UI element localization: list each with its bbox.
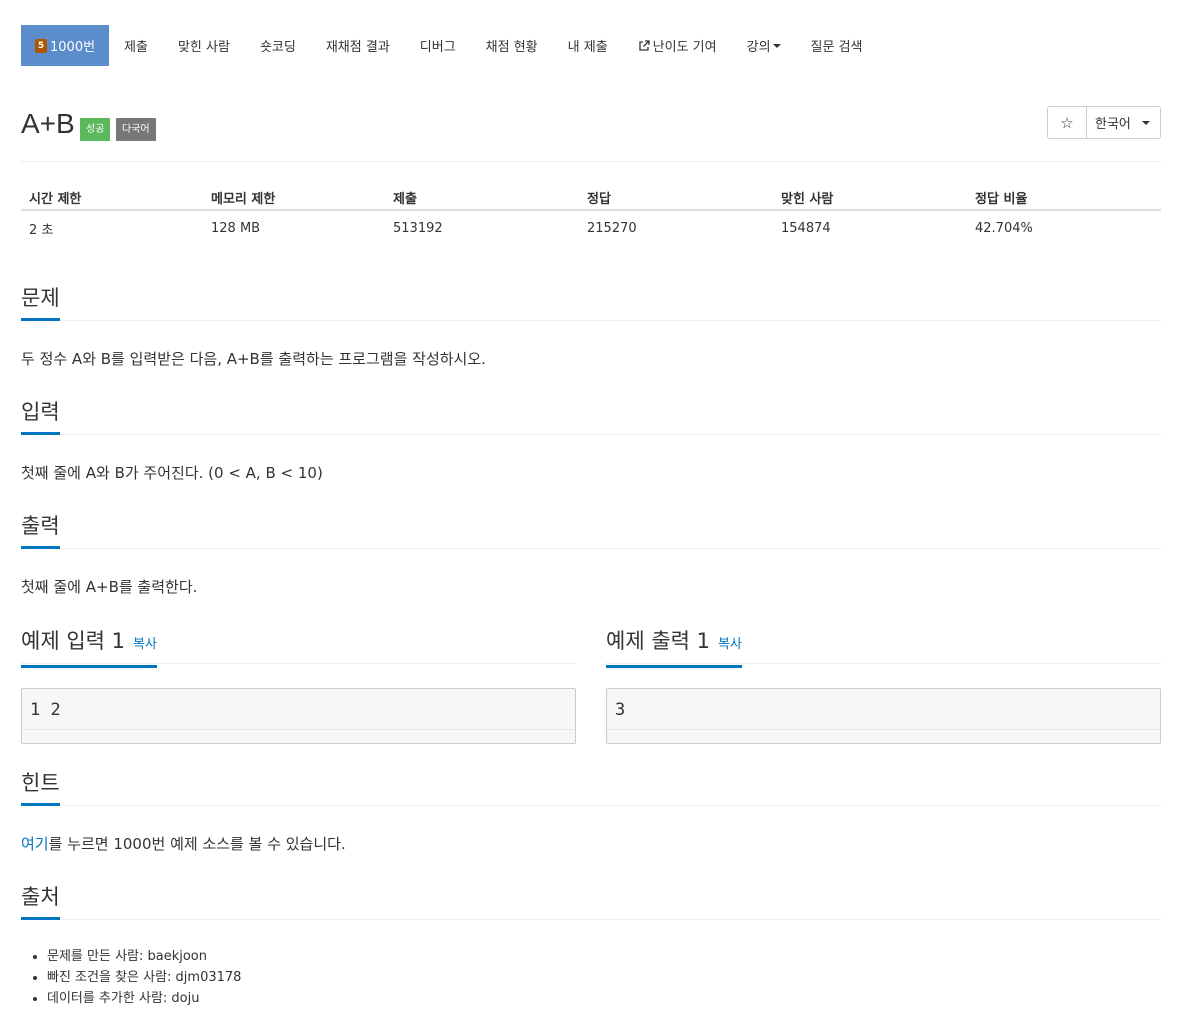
sample-output-box[interactable]: 3 — [606, 688, 1161, 744]
hint-text: 여기를 누르면 1000번 예제 소스를 볼 수 있습니다. — [21, 834, 1161, 854]
header-accept-ratio: 정답 비율 — [967, 185, 1161, 211]
nav-problem-label: 1000번 — [50, 40, 96, 55]
section-title-source: 출처 — [21, 883, 60, 920]
list-item: 문제를 만든 사람: baekjoon — [47, 946, 1161, 967]
nav-problem-1000[interactable]: 5 1000번 — [21, 25, 110, 66]
problem-nav: 5 1000번 제출 맞힌 사람 숏코딩 재채점 결과 디버그 채점 현황 내 … — [21, 25, 1161, 66]
sample-input-box[interactable]: 1 2 — [21, 688, 576, 744]
input-description: 첫째 줄에 A와 B가 주어진다. (0 < A, B < 10) — [21, 464, 323, 482]
table-row: 2 초 128 MB 513192 215270 154874 42.704% — [21, 210, 1161, 245]
header-solved-users: 맞힌 사람 — [773, 185, 967, 211]
list-item: 빠진 조건을 찾은 사람: djm03178 — [47, 967, 1161, 988]
sample-output-code: 3 — [615, 700, 626, 720]
nav-question-search[interactable]: 질문 검색 — [796, 25, 878, 66]
star-button[interactable]: ☆ — [1047, 106, 1087, 139]
accepted-value: 215270 — [587, 220, 637, 236]
header-time-limit: 시간 제한 — [21, 185, 203, 211]
hint-link[interactable]: 여기 — [21, 835, 49, 853]
page-content: 5 1000번 제출 맞힌 사람 숏코딩 재채점 결과 디버그 채점 현황 내 … — [21, 25, 1161, 1006]
nav-solved-users[interactable]: 맞힌 사람 — [163, 25, 245, 66]
section-headline: 힌트 — [21, 769, 1161, 806]
nav-status[interactable]: 채점 현황 — [471, 25, 553, 66]
output-section: 출력 첫째 줄에 A+B를 출력한다. — [21, 512, 1161, 597]
section-headline: 예제 입력 1 복사 — [21, 627, 576, 668]
hint-text-rest: 를 누르면 1000번 예제 소스를 볼 수 있습니다. — [48, 835, 346, 853]
section-title-input: 입력 — [21, 398, 60, 435]
language-select-value: 한국어 — [1095, 117, 1131, 132]
sample-output-title: 예제 출력 1 — [606, 629, 710, 653]
nav-submit[interactable]: 제출 — [109, 25, 163, 66]
section-title-problem: 문제 — [21, 284, 60, 321]
problem-description-section: 문제 두 정수 A와 B를 입력받은 다음, A+B를 출력하는 프로그램을 작… — [21, 284, 1161, 369]
nav-difficulty-contribution[interactable]: 난이도 기여 — [623, 25, 732, 66]
header-accepted: 정답 — [579, 185, 773, 211]
copy-sample-output-link[interactable]: 복사 — [718, 637, 742, 652]
table-header-row: 시간 제한 메모리 제한 제출 정답 맞힌 사람 정답 비율 — [21, 185, 1161, 211]
source-section: 출처 문제를 만든 사람: baekjoon 빠진 조건을 찾은 사람: djm… — [21, 883, 1161, 1009]
section-headline: 입력 — [21, 398, 1161, 435]
sample-input-code: 1 2 — [30, 700, 61, 720]
section-headline: 예제 출력 1 복사 — [606, 627, 1161, 668]
copy-sample-input-link[interactable]: 복사 — [133, 637, 157, 652]
external-link-icon — [639, 39, 650, 51]
nav-debug[interactable]: 디버그 — [405, 25, 471, 66]
source-list: 문제를 만든 사람: baekjoon 빠진 조건을 찾은 사람: djm031… — [21, 946, 1161, 1009]
chevron-down-icon — [1142, 120, 1150, 125]
nav-lectures-dropdown[interactable]: 강의 — [732, 25, 796, 66]
hint-section: 힌트 여기를 누르면 1000번 예제 소스를 볼 수 있습니다. — [21, 769, 1161, 854]
success-badge: 성공 — [80, 118, 111, 141]
horizontal-scrollbar[interactable] — [607, 729, 1160, 743]
sample-output-section: 예제 출력 1 복사 3 — [606, 627, 1161, 744]
section-title-sample-input: 예제 입력 1 복사 — [21, 627, 157, 668]
nav-lectures-label: 강의 — [746, 40, 771, 55]
star-icon: ☆ — [1060, 113, 1074, 132]
solved-users-value: 154874 — [781, 220, 831, 236]
section-title-output: 출력 — [21, 512, 60, 549]
problem-actions: ☆ 한국어 — [1047, 106, 1161, 139]
section-headline: 출력 — [21, 512, 1161, 549]
language-select[interactable]: 한국어 — [1087, 106, 1161, 139]
submissions-value: 513192 — [393, 220, 443, 236]
multilang-badge: 다국어 — [116, 118, 156, 141]
problem-header: A+B 성공 다국어 ☆ 한국어 — [21, 105, 1161, 162]
nav-difficulty-label: 난이도 기여 — [652, 40, 717, 55]
chevron-down-icon — [772, 43, 781, 48]
section-title-hint: 힌트 — [21, 769, 60, 806]
problem-info-table: 시간 제한 메모리 제한 제출 정답 맞힌 사람 정답 비율 2 초 128 M… — [21, 185, 1161, 245]
sample-input-title: 예제 입력 1 — [21, 629, 125, 653]
input-section: 입력 첫째 줄에 A와 B가 주어진다. (0 < A, B < 10) — [21, 398, 1161, 483]
problem-title: A+B — [21, 108, 75, 139]
problem-description: 두 정수 A와 B를 입력받은 다음, A+B를 출력하는 프로그램을 작성하시… — [21, 350, 486, 368]
nav-short-coding[interactable]: 숏코딩 — [245, 25, 311, 66]
memory-limit-value: 128 MB — [211, 220, 261, 236]
header-memory-limit: 메모리 제한 — [203, 185, 385, 211]
section-headline: 출처 — [21, 883, 1161, 920]
sample-input-section: 예제 입력 1 복사 1 2 — [21, 627, 576, 744]
horizontal-scrollbar[interactable] — [22, 729, 575, 743]
time-limit-value: 2 초 — [29, 222, 54, 238]
output-description: 첫째 줄에 A+B를 출력한다. — [21, 578, 198, 596]
tier-badge-icon: 5 — [35, 38, 47, 53]
section-headline: 문제 — [21, 284, 1161, 321]
nav-rejudge-results[interactable]: 재채점 결과 — [311, 25, 405, 66]
header-submissions: 제출 — [385, 185, 579, 211]
list-item: 데이터를 추가한 사람: doju — [47, 988, 1161, 1009]
accept-ratio-value: 42.704% — [975, 220, 1033, 236]
section-title-sample-output: 예제 출력 1 복사 — [606, 627, 742, 668]
nav-my-submissions[interactable]: 내 제출 — [553, 25, 623, 66]
